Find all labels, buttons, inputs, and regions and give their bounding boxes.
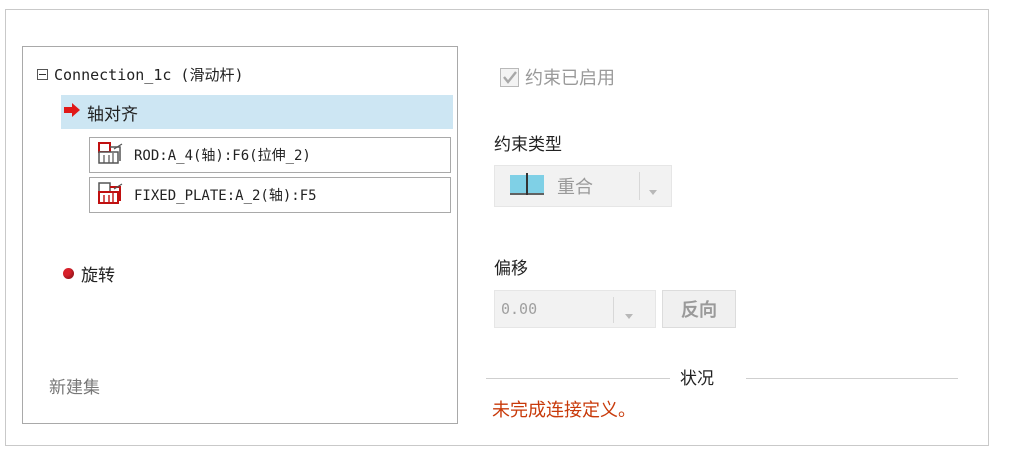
status-divider-left: [486, 378, 670, 379]
chevron-down-icon[interactable]: [647, 182, 659, 201]
reference-text: ROD:A_4(轴):F6(拉伸_2): [134, 148, 311, 164]
coincident-icon: [509, 173, 545, 199]
reverse-button[interactable]: 反向: [662, 290, 736, 328]
status-divider-right: [746, 378, 958, 379]
reference-collector-1[interactable]: ROD:A_4(轴):F6(拉伸_2): [89, 137, 451, 173]
collapse-toggle-icon[interactable]: [37, 68, 48, 80]
constraint-enabled-label: 约束已启用: [525, 68, 615, 89]
dropdown-divider: [639, 172, 640, 200]
part-axis-icon: [96, 181, 124, 209]
status-label: 状况: [680, 369, 714, 389]
new-set-link[interactable]: 新建集: [49, 373, 100, 398]
part-axis-icon: [96, 141, 124, 169]
axis-align-label: 轴对齐: [87, 104, 138, 125]
red-arrow-icon: [63, 102, 81, 122]
connection-node[interactable]: Connection_1c (滑动杆): [37, 61, 244, 87]
reference-text: FIXED_PLATE:A_2(轴):F5: [134, 188, 317, 204]
constraint-type-label: 约束类型: [494, 135, 562, 155]
checkbox-icon[interactable]: [500, 67, 519, 87]
offset-label: 偏移: [494, 259, 528, 279]
tree-item-axis-align[interactable]: 轴对齐: [61, 95, 453, 129]
connection-tree: Connection_1c (滑动杆) 轴对齐 ROD:A_4(轴):F6(拉伸…: [22, 46, 458, 424]
rotate-label: 旋转: [81, 266, 115, 286]
offset-input[interactable]: 0.00: [494, 290, 656, 328]
constraint-type-value: 重合: [557, 177, 593, 198]
chevron-down-icon[interactable]: [623, 306, 635, 325]
red-dot-icon: [63, 268, 74, 279]
dropdown-divider: [613, 297, 614, 323]
offset-value: 0.00: [501, 300, 538, 318]
constraint-enabled-checkbox[interactable]: 约束已启用: [500, 64, 615, 90]
status-message: 未完成连接定义。: [492, 400, 636, 421]
reference-collector-2[interactable]: FIXED_PLATE:A_2(轴):F5: [89, 177, 451, 213]
connection-label: Connection_1c (滑动杆): [54, 65, 244, 84]
constraint-type-dropdown[interactable]: 重合: [494, 165, 672, 207]
tree-item-rotate[interactable]: 旋转: [63, 261, 115, 286]
